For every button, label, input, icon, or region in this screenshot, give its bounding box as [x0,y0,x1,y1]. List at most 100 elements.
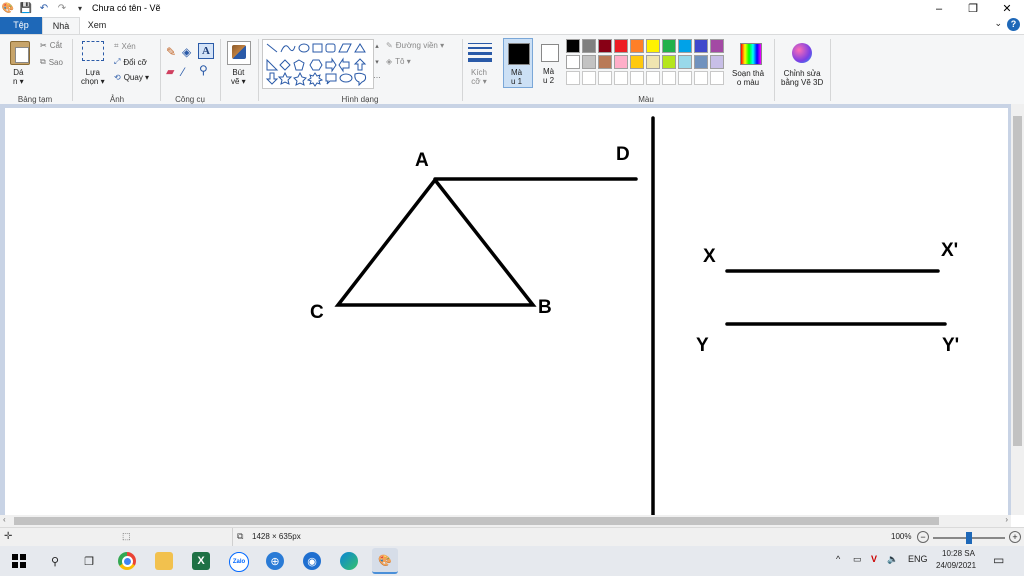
vertical-scrollbar[interactable] [1011,104,1024,515]
teamviewer-icon[interactable]: ⊕ [266,552,284,570]
shapes-scroll[interactable]: ▴ ▾ ⋯ [373,39,381,87]
edge-icon[interactable] [340,552,358,570]
ultraviewer-icon[interactable]: ◉ [303,552,321,570]
clock-time[interactable]: 10:28 SA [942,549,975,558]
antivirus-icon[interactable]: V [871,554,877,564]
resize-button[interactable]: ⤢ Đổi cỡ [114,57,147,67]
color-swatch[interactable] [566,39,580,53]
tray-overflow-icon[interactable]: ^ [836,554,840,564]
file-explorer-icon[interactable] [155,552,173,570]
color-swatch[interactable] [566,55,580,69]
size-button[interactable]: Kích cỡ ▾ [471,68,487,86]
eraser-icon[interactable]: ▰ [166,65,174,78]
color-picker-icon[interactable]: ⁄ [182,65,184,79]
save-icon[interactable]: 💾 [20,3,32,15]
color-swatch[interactable] [646,71,660,85]
color-swatch[interactable] [710,55,724,69]
search-icon[interactable]: ⚲ [46,552,64,570]
scroll-right-icon[interactable]: › [1005,515,1008,524]
windows-start-icon[interactable] [10,552,28,570]
color-swatch[interactable] [662,39,676,53]
color1-button[interactable]: Mà u 1 [503,38,533,88]
color-swatch[interactable] [582,55,596,69]
color-swatch[interactable] [710,39,724,53]
brushes-button[interactable]: Bút vẽ ▾ [231,68,246,86]
tab-home[interactable]: Nhà [42,17,80,34]
zoom-out-icon[interactable]: − [917,531,929,543]
color2-button[interactable]: Mà u 2 [536,38,564,88]
color-swatch[interactable] [630,71,644,85]
cut-button[interactable]: ✂ Cắt [40,41,62,50]
help-icon[interactable]: ? [1007,18,1020,31]
color-swatch[interactable] [614,71,628,85]
color-swatch[interactable] [630,55,644,69]
minimize-button[interactable]: – [922,0,956,17]
drawing-canvas[interactable]: A D C B X X' Y Y' [5,108,1008,515]
select-icon[interactable] [82,41,104,61]
color-swatch[interactable] [662,71,676,85]
paint-taskbar-icon[interactable]: 🎨 [372,548,398,574]
size-icon[interactable] [468,43,492,62]
zoom-slider[interactable] [933,532,1005,544]
magnifier-icon[interactable]: ⚲ [199,63,208,77]
language-indicator[interactable]: ENG [908,554,928,564]
pencil-icon[interactable]: ✎ [166,45,176,59]
select-button[interactable]: Lựa chọn ▾ [81,68,105,86]
brush-icon[interactable] [227,41,251,65]
customize-qat-icon[interactable]: ▾ [74,3,86,15]
color-swatch[interactable] [646,55,660,69]
color-swatch[interactable] [694,55,708,69]
color-swatch[interactable] [678,71,692,85]
color-swatch[interactable] [614,55,628,69]
zoom-in-icon[interactable]: + [1009,531,1021,543]
color-swatch[interactable] [630,39,644,53]
color-swatch[interactable] [582,39,596,53]
horizontal-scroll-thumb[interactable] [14,517,939,525]
color-swatch[interactable] [598,55,612,69]
fill-button[interactable]: ◈ Tô ▾ [386,57,411,66]
paste-icon[interactable] [10,41,30,65]
color-swatch[interactable] [678,55,692,69]
shapes-gallery[interactable] [262,39,374,89]
fill-bucket-icon[interactable]: ◈ [182,45,191,59]
scroll-left-icon[interactable]: ‹ [3,515,6,524]
color-swatch[interactable] [582,71,596,85]
close-button[interactable]: ✕ [990,0,1024,17]
chrome-icon[interactable] [118,552,136,570]
zalo-icon[interactable]: Zalo [229,552,249,572]
restore-button[interactable]: ❐ [956,0,990,17]
edit-colors-button[interactable]: Soạn thả o màu [730,39,770,95]
task-view-icon[interactable]: ❐ [80,552,98,570]
redo-icon[interactable]: ↷ [56,3,68,15]
rotate-button[interactable]: ⟲ Quay ▾ [114,73,149,82]
tab-file[interactable]: Tệp [0,17,42,34]
color-swatch[interactable] [710,71,724,85]
tab-view[interactable]: Xem [82,17,112,34]
battery-icon[interactable]: ▭ [853,554,862,565]
zoom-slider-thumb[interactable] [966,532,972,544]
volume-icon[interactable]: 🔈 [887,554,898,565]
outline-button[interactable]: ✎ Đường viền ▾ [386,41,444,50]
excel-icon[interactable]: X [192,552,210,570]
color-swatch[interactable] [598,39,612,53]
color-swatch[interactable] [662,55,676,69]
color-swatch[interactable] [614,39,628,53]
clock-date[interactable]: 24/09/2021 [936,561,976,570]
color-swatch[interactable] [566,71,580,85]
color-swatch[interactable] [598,71,612,85]
undo-icon[interactable]: ↶ [38,3,50,15]
color-swatch[interactable] [694,39,708,53]
collapse-ribbon-icon[interactable]: ⌄ [994,18,1002,29]
horizontal-scrollbar[interactable]: ‹ › [0,515,1011,527]
color-swatch[interactable] [678,39,692,53]
paint-app-icon[interactable]: 🎨 [2,3,14,15]
edit-paint3d-button[interactable]: Chỉnh sửa bằng Vẽ 3D [778,39,826,95]
copy-button[interactable]: ⧉ Sao [40,57,63,67]
color-swatch[interactable] [694,71,708,85]
notifications-icon[interactable]: ▭ [993,553,1004,567]
paste-button[interactable]: Dá n ▾ [13,68,24,86]
text-tool-icon[interactable]: A [198,43,214,59]
crop-button[interactable]: ⌗ Xén [114,41,136,51]
color-swatch[interactable] [646,39,660,53]
vertical-scroll-thumb[interactable] [1013,116,1022,446]
